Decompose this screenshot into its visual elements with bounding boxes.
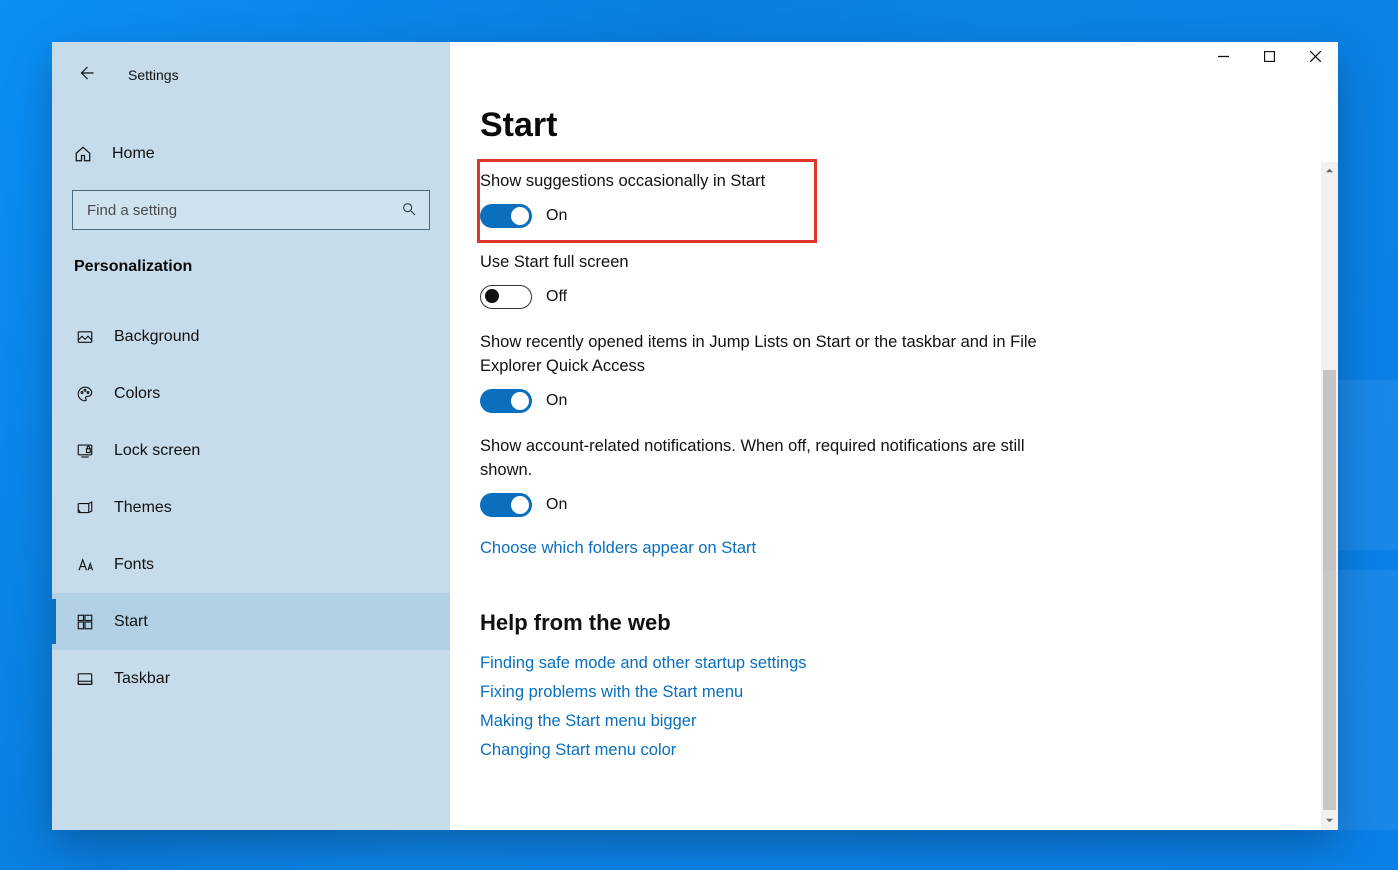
minimize-icon [1218,49,1229,67]
themes-icon [74,499,96,517]
back-button[interactable] [74,63,98,87]
chevron-up-icon [1325,162,1334,180]
sidebar-item-label: Lock screen [114,442,200,460]
sidebar-item-start[interactable]: Start [52,593,450,650]
start-icon [74,613,96,631]
help-link-safe-mode[interactable]: Finding safe mode and other startup sett… [480,654,1291,673]
setting-label: Show recently opened items in Jump Lists… [480,331,1040,379]
scrollbar-down[interactable] [1321,812,1338,830]
sidebar-item-lock-screen[interactable]: Lock screen [52,422,450,479]
help-link-color[interactable]: Changing Start menu color [480,741,1291,760]
setting-show-suggestions: Show suggestions occasionally in Start O… [480,170,804,228]
toggle-row: On [480,493,1291,517]
help-link-fix-start[interactable]: Fixing problems with the Start menu [480,683,1291,702]
search-wrap [72,190,430,230]
toggle-show-suggestions[interactable] [480,204,532,228]
toggle-full-screen[interactable] [480,285,532,309]
setting-recent-items: Show recently opened items in Jump Lists… [480,331,1291,413]
close-icon [1310,49,1321,67]
toggle-account-notifications[interactable] [480,493,532,517]
sidebar-category-title: Personalization [52,258,450,276]
window-controls [1200,42,1338,74]
desktop: Settings Home Personali [0,0,1398,870]
sidebar-item-label: Taskbar [114,670,170,688]
toggle-state: On [546,392,567,410]
palette-icon [74,385,96,403]
page-title: Start [480,106,1291,145]
sidebar-item-label: Start [114,613,148,631]
sidebar-item-themes[interactable]: Themes [52,479,450,536]
home-icon [74,145,94,163]
toggle-recent-items[interactable] [480,389,532,413]
help-link-bigger[interactable]: Making the Start menu bigger [480,712,1291,731]
settings-window: Settings Home Personali [52,42,1338,830]
sidebar-item-label: Themes [114,499,172,517]
content: Start Show suggestions occasionally in S… [450,42,1321,830]
sidebar-item-taskbar[interactable]: Taskbar [52,650,450,707]
sidebar-item-label: Background [114,328,199,346]
sidebar-item-background[interactable]: Background [52,308,450,365]
nav-home-label: Home [112,145,155,163]
scrollbar-track[interactable] [1321,180,1338,812]
setting-full-screen: Use Start full screen Off [480,251,1291,309]
maximize-button[interactable] [1246,42,1292,74]
scrollbar-up[interactable] [1321,162,1338,180]
search-input[interactable] [85,201,401,220]
image-icon [74,328,96,346]
sidebar: Settings Home Personali [52,42,450,830]
sidebar-item-label: Fonts [114,556,154,574]
window-body: Settings Home Personali [52,42,1338,830]
search-icon [401,201,419,219]
help-links: Finding safe mode and other startup sett… [480,654,1291,760]
fonts-icon [74,556,96,574]
sidebar-item-label: Colors [114,385,160,403]
scrollbar[interactable] [1321,162,1338,830]
nav-home[interactable]: Home [52,132,450,176]
setting-label: Show suggestions occasionally in Start [480,170,804,194]
content-wrap: Start Show suggestions occasionally in S… [450,42,1338,830]
close-button[interactable] [1292,42,1338,74]
toggle-state: Off [546,288,567,306]
toggle-row: On [480,389,1291,413]
toggle-state: On [546,207,567,225]
arrow-left-icon [77,64,95,87]
toggle-row: Off [480,285,1291,309]
minimize-button[interactable] [1200,42,1246,74]
chevron-down-icon [1325,812,1334,830]
help-header: Help from the web [480,610,1291,636]
maximize-icon [1264,49,1275,67]
lock-screen-icon [74,442,96,460]
setting-account-notifications: Show account-related notifications. When… [480,435,1291,517]
search-box[interactable] [72,190,430,230]
setting-label: Show account-related notifications. When… [480,435,1040,483]
link-choose-folders[interactable]: Choose which folders appear on Start [480,539,756,558]
sidebar-item-fonts[interactable]: Fonts [52,536,450,593]
scrollbar-thumb[interactable] [1323,370,1336,810]
sidebar-item-colors[interactable]: Colors [52,365,450,422]
highlight-annotation: Show suggestions occasionally in Start O… [477,159,817,243]
titlebar-left: Settings [52,60,450,90]
app-title: Settings [128,67,179,83]
toggle-row: On [480,204,804,228]
toggle-state: On [546,496,567,514]
taskbar-icon [74,670,96,688]
setting-label: Use Start full screen [480,251,1040,275]
